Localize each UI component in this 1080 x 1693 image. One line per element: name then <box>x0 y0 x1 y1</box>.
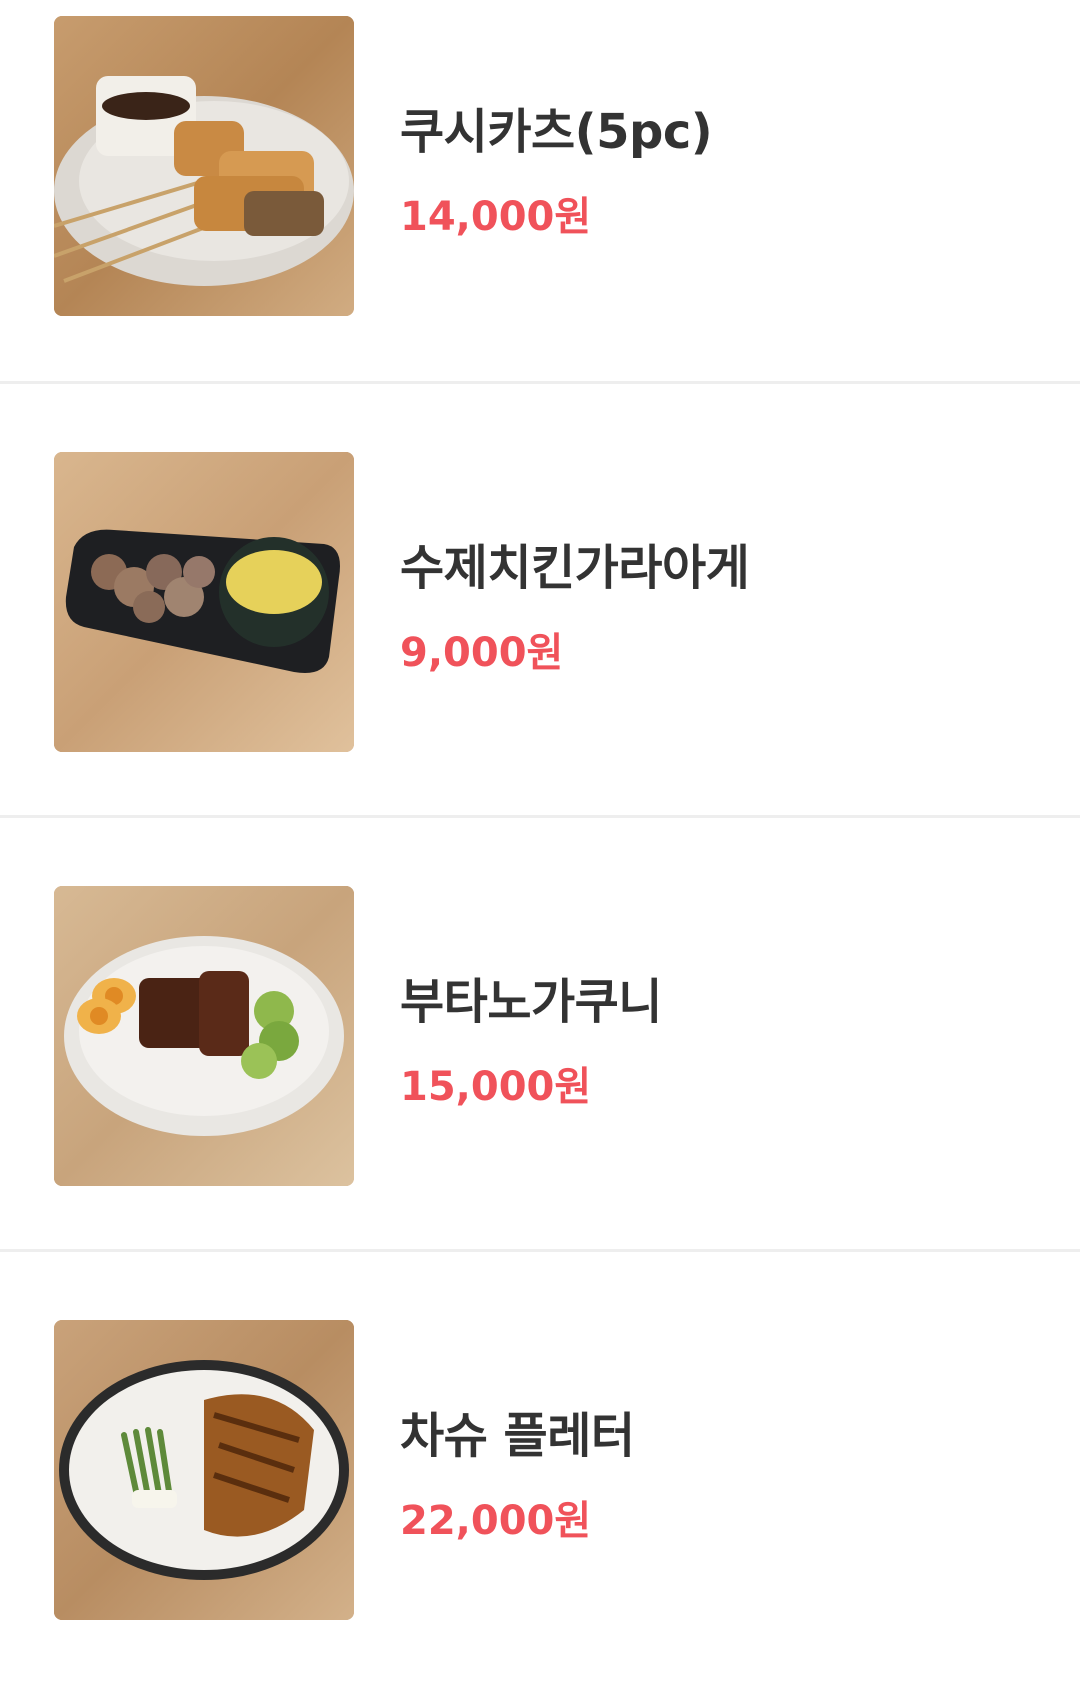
food-photo-butanokakuni[interactable] <box>54 886 354 1186</box>
menu-item-price: 9,000원 <box>400 630 564 676</box>
menu-item-name: 쿠시카츠(5pc) <box>400 104 713 160</box>
menu-item[interactable]: 쿠시카츠(5pc) 14,000원 <box>0 0 1080 384</box>
menu-item-name: 차슈 플레터 <box>400 1408 635 1464</box>
menu-item-price: 14,000원 <box>400 194 592 240</box>
menu-item[interactable]: 차슈 플레터 22,000원 <box>0 1252 1080 1693</box>
food-photo-kushikatsu[interactable] <box>54 16 354 316</box>
food-photo-karaage[interactable] <box>54 452 354 752</box>
food-photo-chashu-platter[interactable] <box>54 1320 354 1620</box>
menu-item[interactable]: 부타노가쿠니 15,000원 <box>0 818 1080 1252</box>
menu-item-name: 수제치킨가라아게 <box>400 540 750 596</box>
menu-item-price: 22,000원 <box>400 1498 592 1544</box>
menu-list: 쿠시카츠(5pc) 14,000원 수제치킨가라아게 9,000원 부타노가쿠니… <box>0 0 1080 1693</box>
menu-item-name: 부타노가쿠니 <box>400 974 662 1030</box>
menu-item[interactable]: 수제치킨가라아게 9,000원 <box>0 384 1080 818</box>
menu-item-price: 15,000원 <box>400 1064 592 1110</box>
